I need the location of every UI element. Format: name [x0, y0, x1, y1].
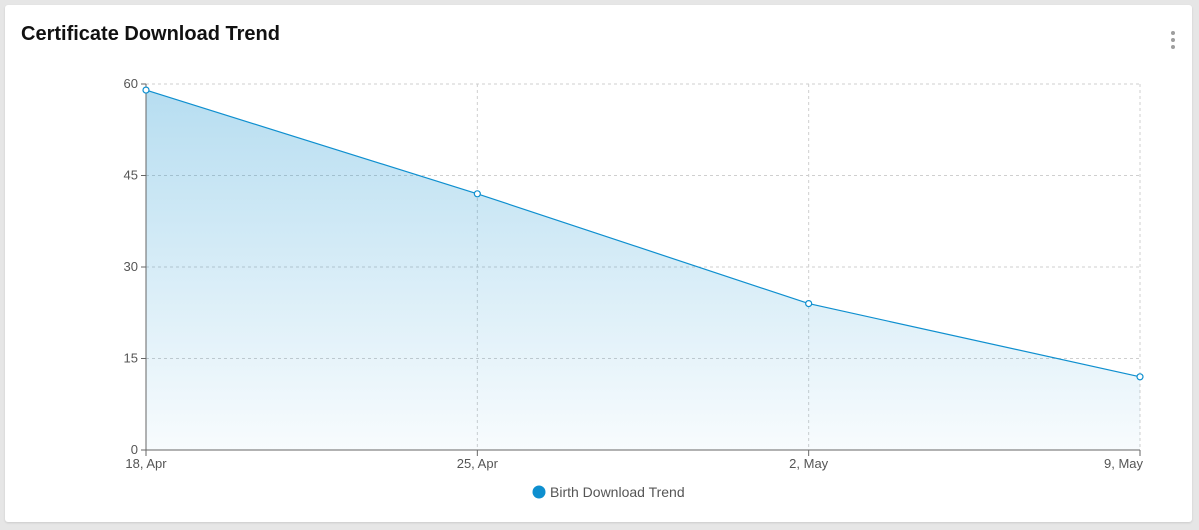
legend[interactable]: Birth Download Trend: [532, 484, 685, 500]
y-tick-label: 15: [124, 351, 138, 366]
series-area: [146, 90, 1140, 450]
data-point[interactable]: [805, 300, 813, 308]
x-tick-label: 9, May: [1104, 456, 1144, 471]
legend-marker[interactable]: [532, 485, 546, 499]
legend-label[interactable]: Birth Download Trend: [550, 484, 685, 500]
area-chart: 0 15 30 45 60 18, Apr 25, Apr 2, May 9, May Birt…: [124, 76, 1144, 500]
data-point[interactable]: [142, 86, 150, 94]
y-tick-label: 0: [131, 442, 138, 457]
x-tick-label: 25, Apr: [457, 456, 499, 471]
y-tick-label: 60: [124, 76, 138, 91]
y-tick-label: 45: [124, 168, 138, 183]
x-tick-label: 2, May: [789, 456, 829, 471]
data-point[interactable]: [1136, 373, 1144, 381]
area-fill: [146, 90, 1140, 450]
x-tick-label: 18, Apr: [125, 456, 167, 471]
y-tick-label: 30: [124, 259, 138, 274]
data-point[interactable]: [473, 190, 481, 198]
